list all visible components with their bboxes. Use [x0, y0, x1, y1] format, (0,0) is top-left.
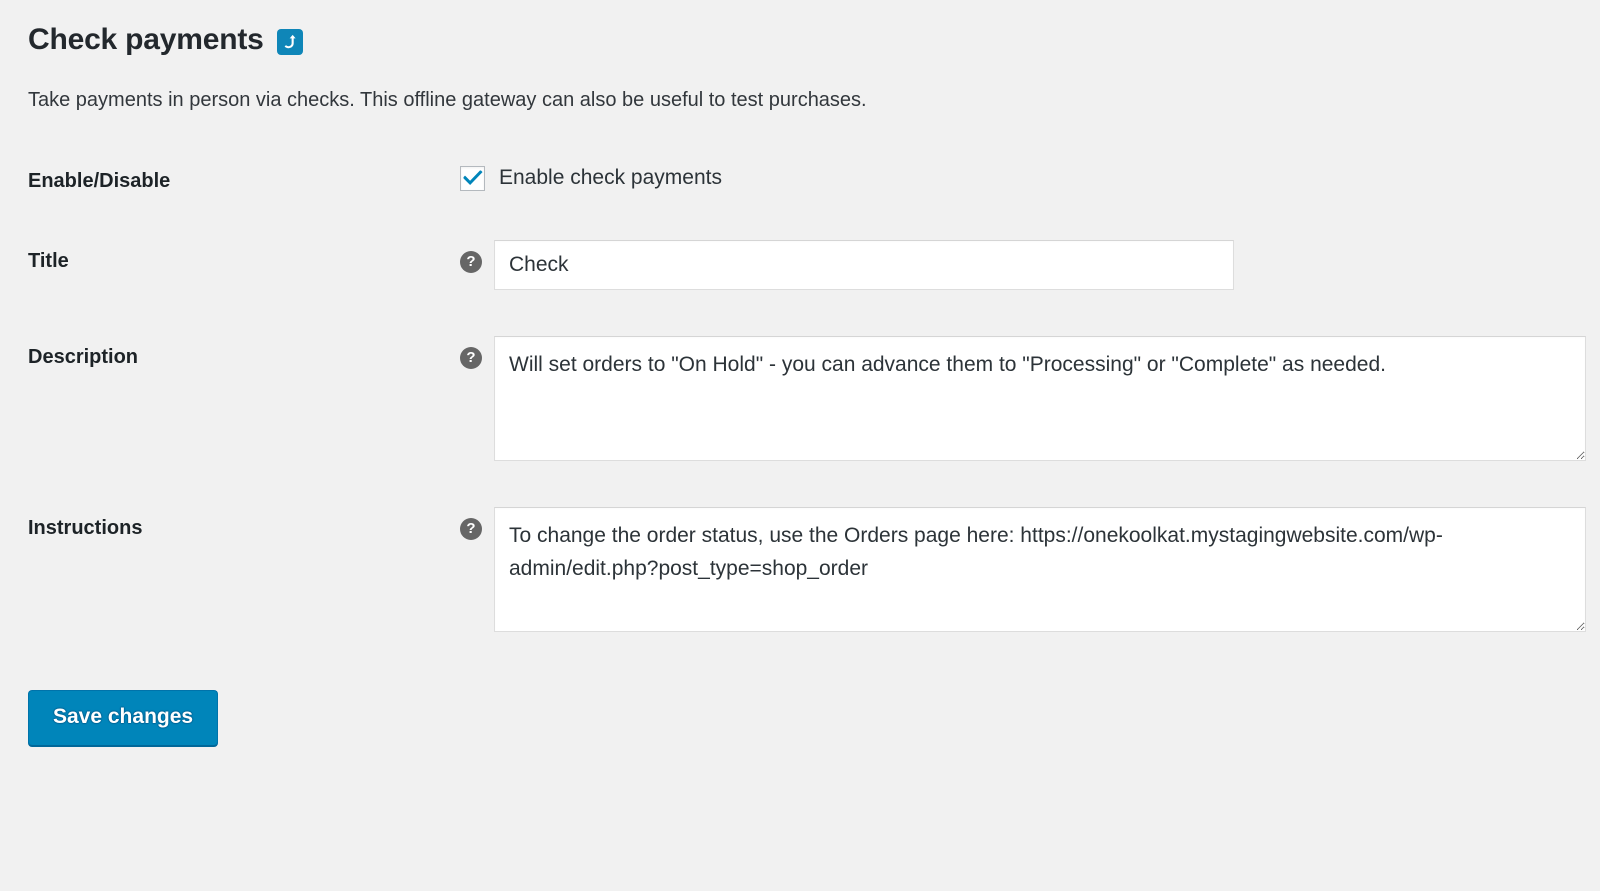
checkmark-icon — [463, 170, 482, 186]
enable-check-payments-checkbox[interactable] — [460, 165, 485, 191]
settings-form-table: Enable/Disable Enable check payments Tit… — [28, 160, 1600, 678]
save-changes-button[interactable]: Save changes — [28, 690, 219, 746]
label-instructions: Instructions — [28, 517, 143, 539]
enable-check-payments-label[interactable]: Enable check payments — [499, 164, 722, 192]
form-row-instructions: Instructions ? — [28, 507, 1600, 678]
form-row-description: Description ? — [28, 336, 1600, 507]
form-field-cell-instructions: ? — [460, 507, 1600, 678]
check-payments-settings-page: Check payments Take payments in person v… — [0, 0, 1600, 891]
page-title-text: Check payments — [28, 23, 264, 56]
form-field-cell-title: ? — [460, 240, 1600, 336]
submit-area: Save changes — [28, 678, 1600, 746]
enable-check-payments-row[interactable]: Enable check payments — [460, 160, 1600, 192]
form-row-title: Title ? — [28, 240, 1600, 336]
form-field-cell-enable-disable: Enable check payments — [460, 160, 1600, 240]
question-mark-icon[interactable]: ? — [460, 251, 482, 273]
form-label-cell-enable-disable: Enable/Disable — [28, 160, 460, 240]
form-label-cell-description: Description — [28, 336, 460, 507]
question-mark-icon[interactable]: ? — [460, 347, 482, 369]
title-field-wrap: ? — [460, 240, 1600, 290]
form-label-cell-title: Title — [28, 240, 460, 336]
instructions-field-wrap: ? — [460, 507, 1600, 632]
title-input[interactable] — [494, 240, 1234, 290]
label-enable-disable: Enable/Disable — [28, 170, 171, 192]
form-field-cell-description: ? — [460, 336, 1600, 507]
page-title: Check payments — [28, 0, 1600, 60]
description-textarea[interactable] — [494, 336, 1586, 461]
curved-up-arrow-icon — [276, 29, 303, 55]
instructions-textarea[interactable] — [494, 507, 1586, 632]
label-title: Title — [28, 250, 69, 272]
form-label-cell-instructions: Instructions — [28, 507, 460, 678]
page-subtitle: Take payments in person via checks. This… — [28, 89, 867, 111]
question-mark-icon[interactable]: ? — [460, 518, 482, 540]
form-row-enable-disable: Enable/Disable Enable check payments — [28, 160, 1600, 240]
label-description: Description — [28, 346, 139, 368]
description-field-wrap: ? — [460, 336, 1600, 461]
